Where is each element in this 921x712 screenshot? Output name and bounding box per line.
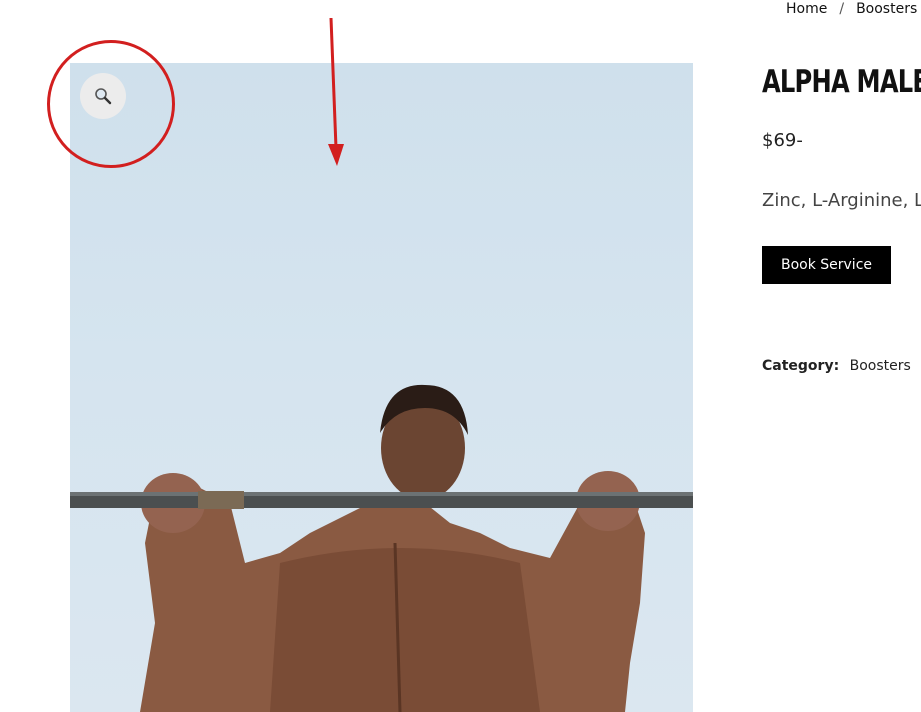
breadcrumb: Home / Boosters [786, 0, 917, 18]
product-short-description: Zinc, L-Arginine, L [762, 190, 921, 211]
product-title: ALPHA MALE II [762, 64, 921, 100]
breadcrumb-separator: / [839, 1, 845, 17]
product-page: Home / Boosters ALPHA MALE $69- Zinc, L-… [0, 0, 921, 712]
magnifier-zoom-icon [95, 88, 112, 105]
category-link[interactable]: Boosters [850, 358, 911, 374]
book-service-button[interactable]: Book Service [762, 246, 891, 284]
category-label: Category: [762, 358, 840, 374]
product-image[interactable] [70, 63, 693, 712]
image-zoom-button[interactable] [80, 73, 126, 119]
breadcrumb-category-link[interactable]: Boosters [856, 1, 917, 17]
breadcrumb-home-link[interactable]: Home [786, 1, 827, 17]
athlete-pullup-photo [70, 384, 693, 712]
product-category-meta: Category: Boosters [762, 358, 911, 374]
product-price: $69- [762, 130, 803, 151]
